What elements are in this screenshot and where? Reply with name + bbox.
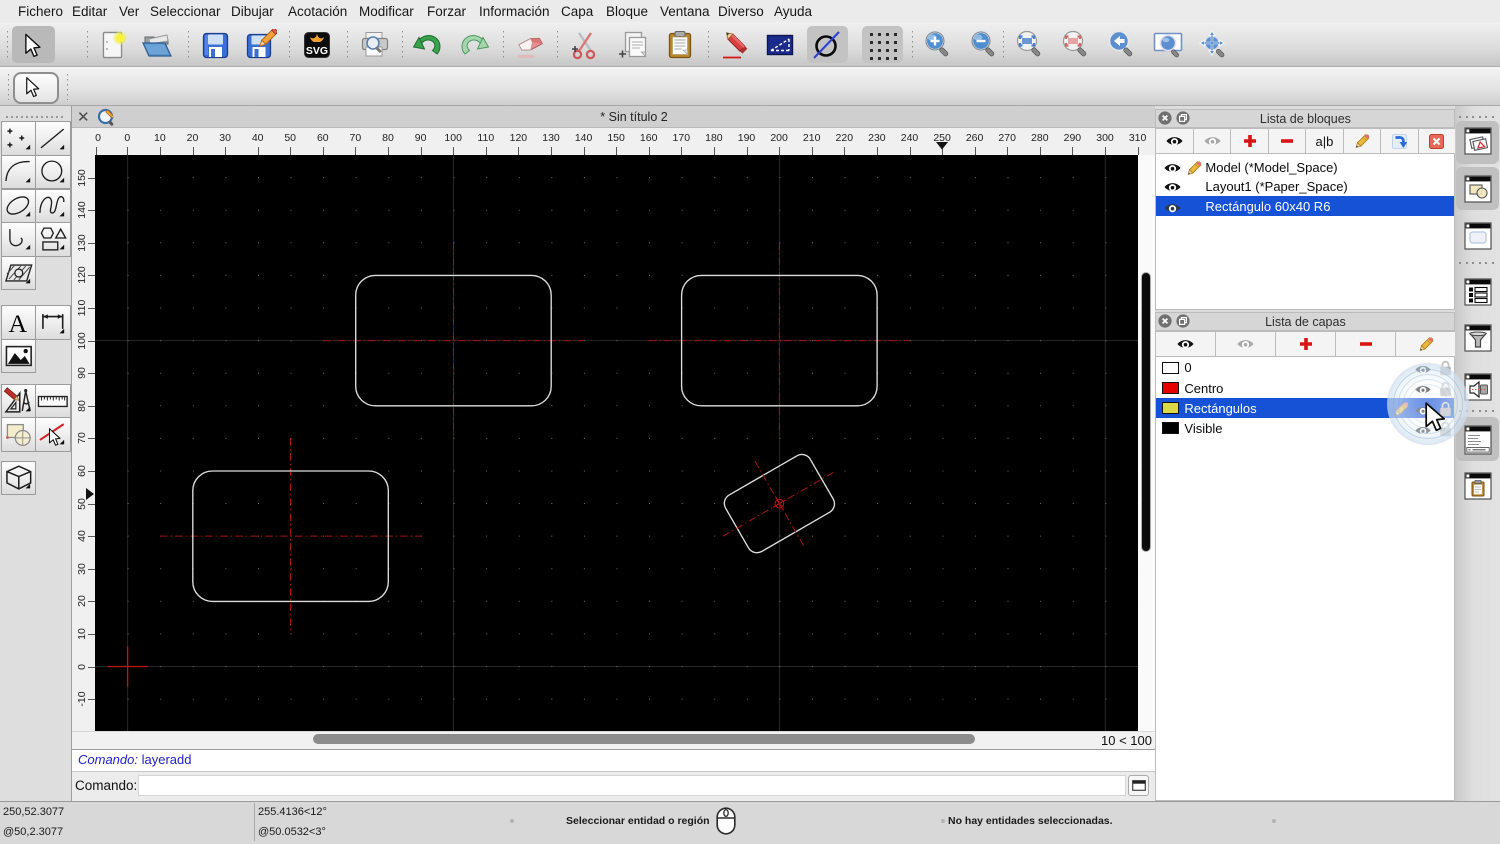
svg-text:SVG: SVG — [306, 45, 328, 57]
svg-text:A: A — [8, 308, 27, 337]
